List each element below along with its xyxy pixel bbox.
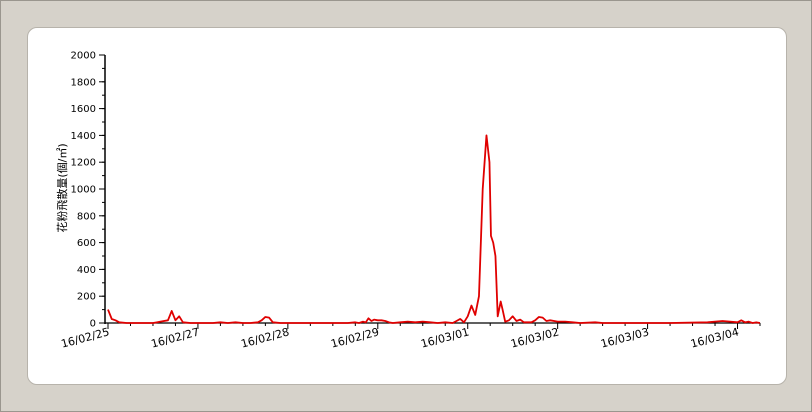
- x-tick-label: 16/03/03: [599, 325, 650, 350]
- y-tick-label: 200: [77, 292, 96, 303]
- x-tick-label: 16/03/01: [419, 325, 470, 350]
- x-tick-label: 16/02/27: [150, 325, 201, 350]
- y-tick-label: 400: [77, 265, 96, 276]
- y-tick-label: 1000: [71, 185, 96, 196]
- x-axis: 16/02/25 16/02/27 16/02/28 16/02/29 16/03/01…: [60, 322, 761, 351]
- pollen-line-chart: 0200400600800100012001400160018002000 16…: [55, 51, 761, 351]
- y-tick-label: 2000: [71, 51, 96, 62]
- series-line: [107, 134, 761, 324]
- y-tick-label: 800: [77, 211, 96, 222]
- y-tick-label: 600: [77, 238, 96, 249]
- y-tick-label: 1600: [71, 104, 96, 115]
- series-group: [107, 134, 761, 324]
- y-axis: 0200400600800100012001400160018002000: [71, 51, 106, 330]
- x-tick-label: 16/03/04: [689, 325, 740, 350]
- y-tick-label: 1200: [71, 158, 96, 169]
- y-axis-label: 花粉飛散量(個/㎡): [55, 143, 69, 232]
- y-tick-label: 1800: [71, 77, 96, 88]
- x-tick-label: 16/02/25: [60, 325, 111, 350]
- x-tick-label: 16/02/29: [329, 325, 380, 350]
- x-tick-label: 16/02/28: [240, 325, 291, 350]
- x-tick-label: 16/03/02: [509, 325, 560, 350]
- y-tick-label: 1400: [71, 131, 96, 142]
